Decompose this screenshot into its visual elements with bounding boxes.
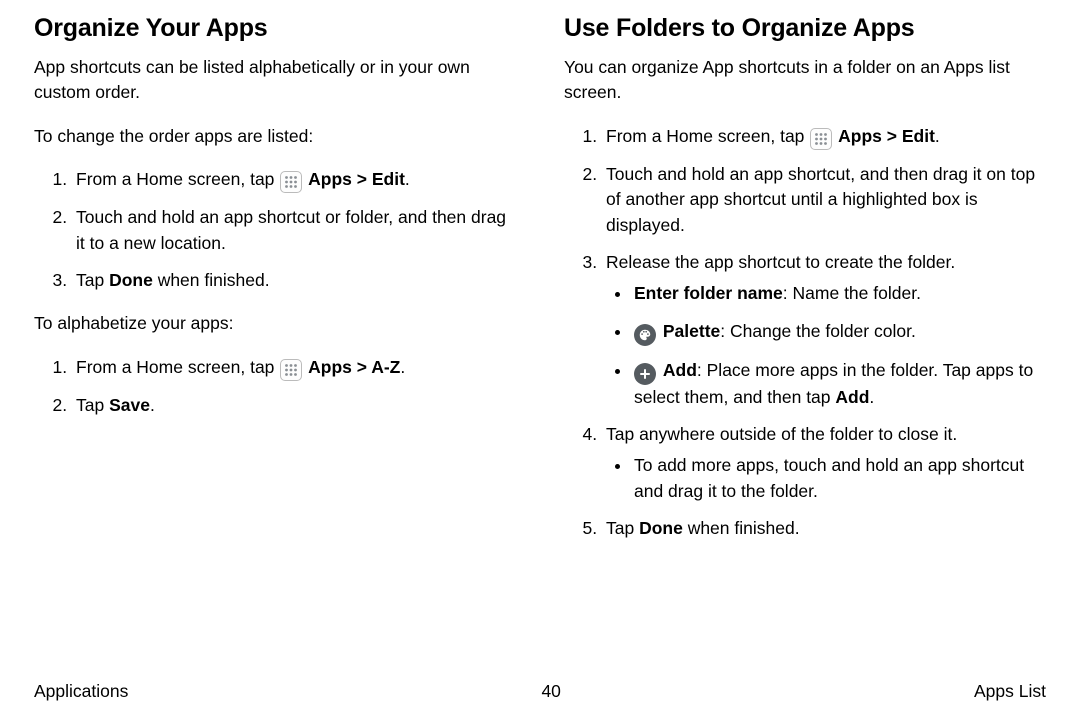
list-item: From a Home screen, tap Apps > A-Z.	[72, 355, 516, 381]
folder-options: Enter folder name: Name the folder. Pale…	[606, 281, 1046, 410]
alpha-lead: To alphabetize your apps:	[34, 311, 516, 336]
option-text: .	[869, 387, 874, 407]
step-text: Tap	[76, 270, 109, 290]
list-item: Touch and hold an app shortcut, and then…	[602, 162, 1046, 238]
footer-page-number: 40	[541, 681, 560, 702]
list-item: From a Home screen, tap Apps > Edit.	[602, 124, 1046, 150]
list-item: Tap Done when finished.	[602, 516, 1046, 541]
footer-left: Applications	[34, 681, 128, 702]
right-intro: You can organize App shortcuts in a fold…	[564, 55, 1046, 106]
plus-icon	[634, 363, 656, 385]
option-text: : Name the folder.	[783, 283, 921, 303]
step-text: .	[935, 126, 940, 146]
list-item: To add more apps, touch and hold an app …	[632, 453, 1046, 504]
folder-steps: From a Home screen, tap Apps > Edit. Tou…	[564, 124, 1046, 542]
option-bold: Add	[663, 360, 697, 380]
step-text: .	[400, 357, 405, 377]
apps-grid-icon	[280, 359, 302, 381]
step-text: Release the app shortcut to create the f…	[606, 252, 955, 272]
step-bold: Apps > Edit	[308, 169, 405, 189]
step-text: Tap	[76, 395, 109, 415]
step4-sub: To add more apps, touch and hold an app …	[606, 453, 1046, 504]
step-text: when finished.	[683, 518, 800, 538]
step-text: From a Home screen, tap	[76, 357, 279, 377]
palette-icon	[634, 324, 656, 346]
step-text: Tap anywhere outside of the folder to cl…	[606, 424, 957, 444]
list-item: From a Home screen, tap Apps > Edit.	[72, 167, 516, 193]
left-column: Organize Your Apps App shortcuts can be …	[34, 14, 516, 560]
list-item: Enter folder name: Name the folder.	[632, 281, 1046, 306]
step-text: From a Home screen, tap	[606, 126, 809, 146]
list-item: Tap Done when finished.	[72, 268, 516, 293]
step-text: From a Home screen, tap	[76, 169, 279, 189]
option-text: : Change the folder color.	[720, 321, 916, 341]
apps-grid-icon	[810, 128, 832, 150]
list-item: Tap Save.	[72, 393, 516, 418]
step-bold: Apps > Edit	[838, 126, 935, 146]
option-bold: Add	[835, 387, 869, 407]
step-text: .	[150, 395, 155, 415]
right-heading: Use Folders to Organize Apps	[564, 14, 1046, 43]
step-bold: Done	[639, 518, 683, 538]
list-item: Touch and hold an app shortcut or folder…	[72, 205, 516, 256]
footer-right: Apps List	[974, 681, 1046, 702]
step-bold: Apps > A-Z	[308, 357, 400, 377]
page-footer: Applications 40 Apps List	[34, 681, 1046, 702]
right-column: Use Folders to Organize Apps You can org…	[564, 14, 1046, 560]
left-heading: Organize Your Apps	[34, 14, 516, 43]
list-item: Release the app shortcut to create the f…	[602, 250, 1046, 410]
apps-grid-icon	[280, 171, 302, 193]
two-column-layout: Organize Your Apps App shortcuts can be …	[34, 14, 1046, 560]
list-item: Add: Place more apps in the folder. Tap …	[632, 358, 1046, 410]
option-bold: Palette	[663, 321, 720, 341]
change-order-steps: From a Home screen, tap Apps > Edit. Tou…	[34, 167, 516, 293]
step-text: Tap	[606, 518, 639, 538]
change-order-lead: To change the order apps are listed:	[34, 124, 516, 149]
step-bold: Done	[109, 270, 153, 290]
list-item: Palette: Change the folder color.	[632, 319, 1046, 346]
left-intro: App shortcuts can be listed alphabetical…	[34, 55, 516, 106]
step-text: when finished.	[153, 270, 270, 290]
step-text: .	[405, 169, 410, 189]
option-bold: Enter folder name	[634, 283, 783, 303]
step-bold: Save	[109, 395, 150, 415]
list-item: Tap anywhere outside of the folder to cl…	[602, 422, 1046, 504]
alpha-steps: From a Home screen, tap Apps > A-Z. Tap …	[34, 355, 516, 418]
